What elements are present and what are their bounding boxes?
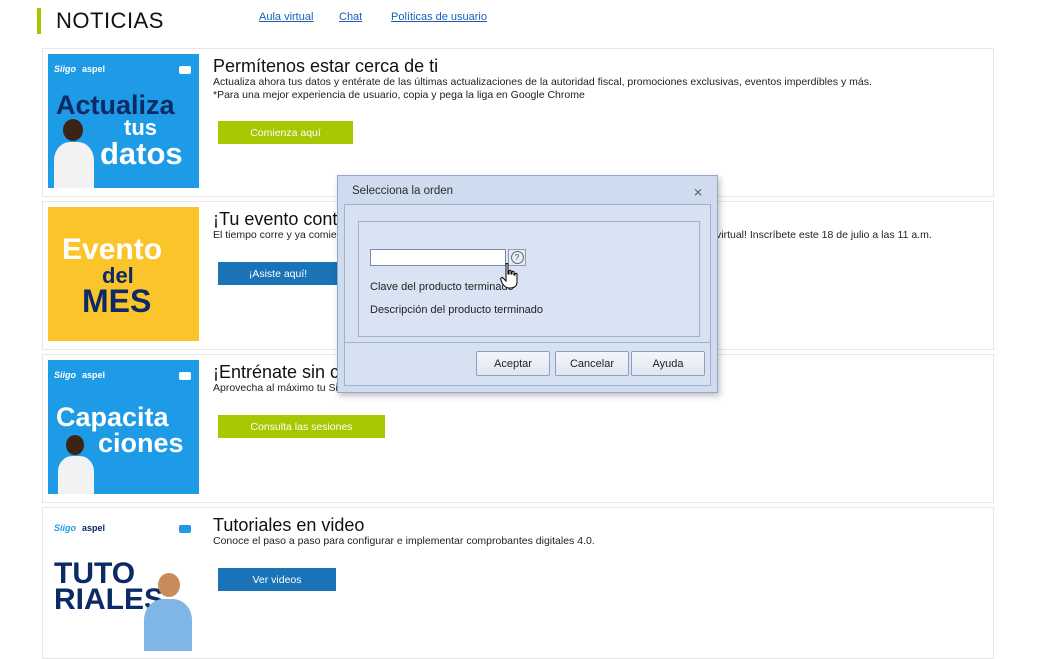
card-title: Tutoriales en video <box>213 515 365 535</box>
person-illustration <box>144 599 192 651</box>
dialog-body: ? Clave del producto terminado Descripci… <box>344 204 711 386</box>
card-description: El tiempo corre y ya comien <box>213 229 343 241</box>
page-title: NOTICIAS <box>56 8 164 33</box>
dialog-title: Selecciona la orden <box>352 185 454 197</box>
card-description: Conoce el paso a paso para configurar e … <box>213 535 595 547</box>
brand-logo: Siigo aspel <box>54 64 106 74</box>
person-illustration <box>63 119 83 141</box>
link-politicas[interactable]: Políticas de usuario <box>391 11 487 23</box>
aceptar-button[interactable]: Aceptar <box>476 351 550 376</box>
flag-icon <box>179 372 191 380</box>
person-illustration <box>54 142 94 188</box>
divider <box>345 342 710 343</box>
comienza-aqui-button[interactable]: Comienza aquí <box>218 121 353 144</box>
promo-text: ciones <box>98 428 184 458</box>
link-chat[interactable]: Chat <box>339 11 362 23</box>
ayuda-button[interactable]: Ayuda <box>631 351 705 376</box>
promo-text: Evento <box>62 233 163 266</box>
promo-image-actualiza[interactable]: Siigo aspel Actualiza tus datos <box>48 54 199 188</box>
ver-videos-button[interactable]: Ver videos <box>218 568 336 591</box>
descripcion-producto-label: Descripción del producto terminado <box>370 304 544 316</box>
card-description: Aprovecha al máximo tu Siig <box>213 382 347 394</box>
promo-text: datos <box>100 136 183 171</box>
brand-logo: Siigo aspel <box>54 523 106 533</box>
card-title: ¡Entrénate sin c <box>213 362 340 382</box>
news-card-tutoriales: Siigo aspel TUTO RIALES Tutoriales en vid… <box>42 507 994 659</box>
asiste-aqui-button[interactable]: ¡Asiste aquí! <box>218 262 338 285</box>
card-title: ¡Tu evento cont <box>213 209 338 229</box>
promo-image-tutoriales[interactable]: Siigo aspel TUTO RIALES <box>48 513 199 655</box>
promo-image-evento[interactable]: Evento del MES <box>48 207 199 341</box>
card-title: Permítenos estar cerca de ti <box>213 56 439 76</box>
order-group-box: ? Clave del producto terminado Descripci… <box>358 221 700 337</box>
consulta-sesiones-button[interactable]: Consulta las sesiones <box>218 415 385 438</box>
order-input[interactable] <box>370 249 506 266</box>
brand-logo: Siigo aspel <box>54 370 106 380</box>
hand-cursor-icon <box>500 263 518 289</box>
person-illustration <box>158 573 180 597</box>
flag-icon <box>179 525 191 533</box>
card-description-right: virtual! Inscríbete este 18 de julio a l… <box>716 229 932 241</box>
promo-image-capacitaciones[interactable]: Siigo aspel Capacita ciones <box>48 360 199 494</box>
dialog-titlebar[interactable]: Selecciona la orden ⨯ <box>338 176 717 204</box>
person-illustration <box>66 435 84 455</box>
person-illustration <box>58 456 94 494</box>
page-header: NOTICIAS Aula virtual Chat Políticas de … <box>0 0 1044 44</box>
clave-producto-label: Clave del producto terminado <box>370 281 514 293</box>
promo-text: Capacita <box>56 402 169 432</box>
title-accent-bar <box>37 8 41 34</box>
cancelar-button[interactable]: Cancelar <box>555 351 629 376</box>
link-aula-virtual[interactable]: Aula virtual <box>259 11 313 23</box>
flag-icon <box>179 66 191 74</box>
selecciona-orden-dialog: Selecciona la orden ⨯ ? Clave del produc… <box>337 175 718 393</box>
promo-text: MES <box>82 283 152 319</box>
card-description: Actualiza ahora tus datos y entérate de … <box>213 76 872 101</box>
close-icon[interactable]: ⨯ <box>693 185 703 199</box>
